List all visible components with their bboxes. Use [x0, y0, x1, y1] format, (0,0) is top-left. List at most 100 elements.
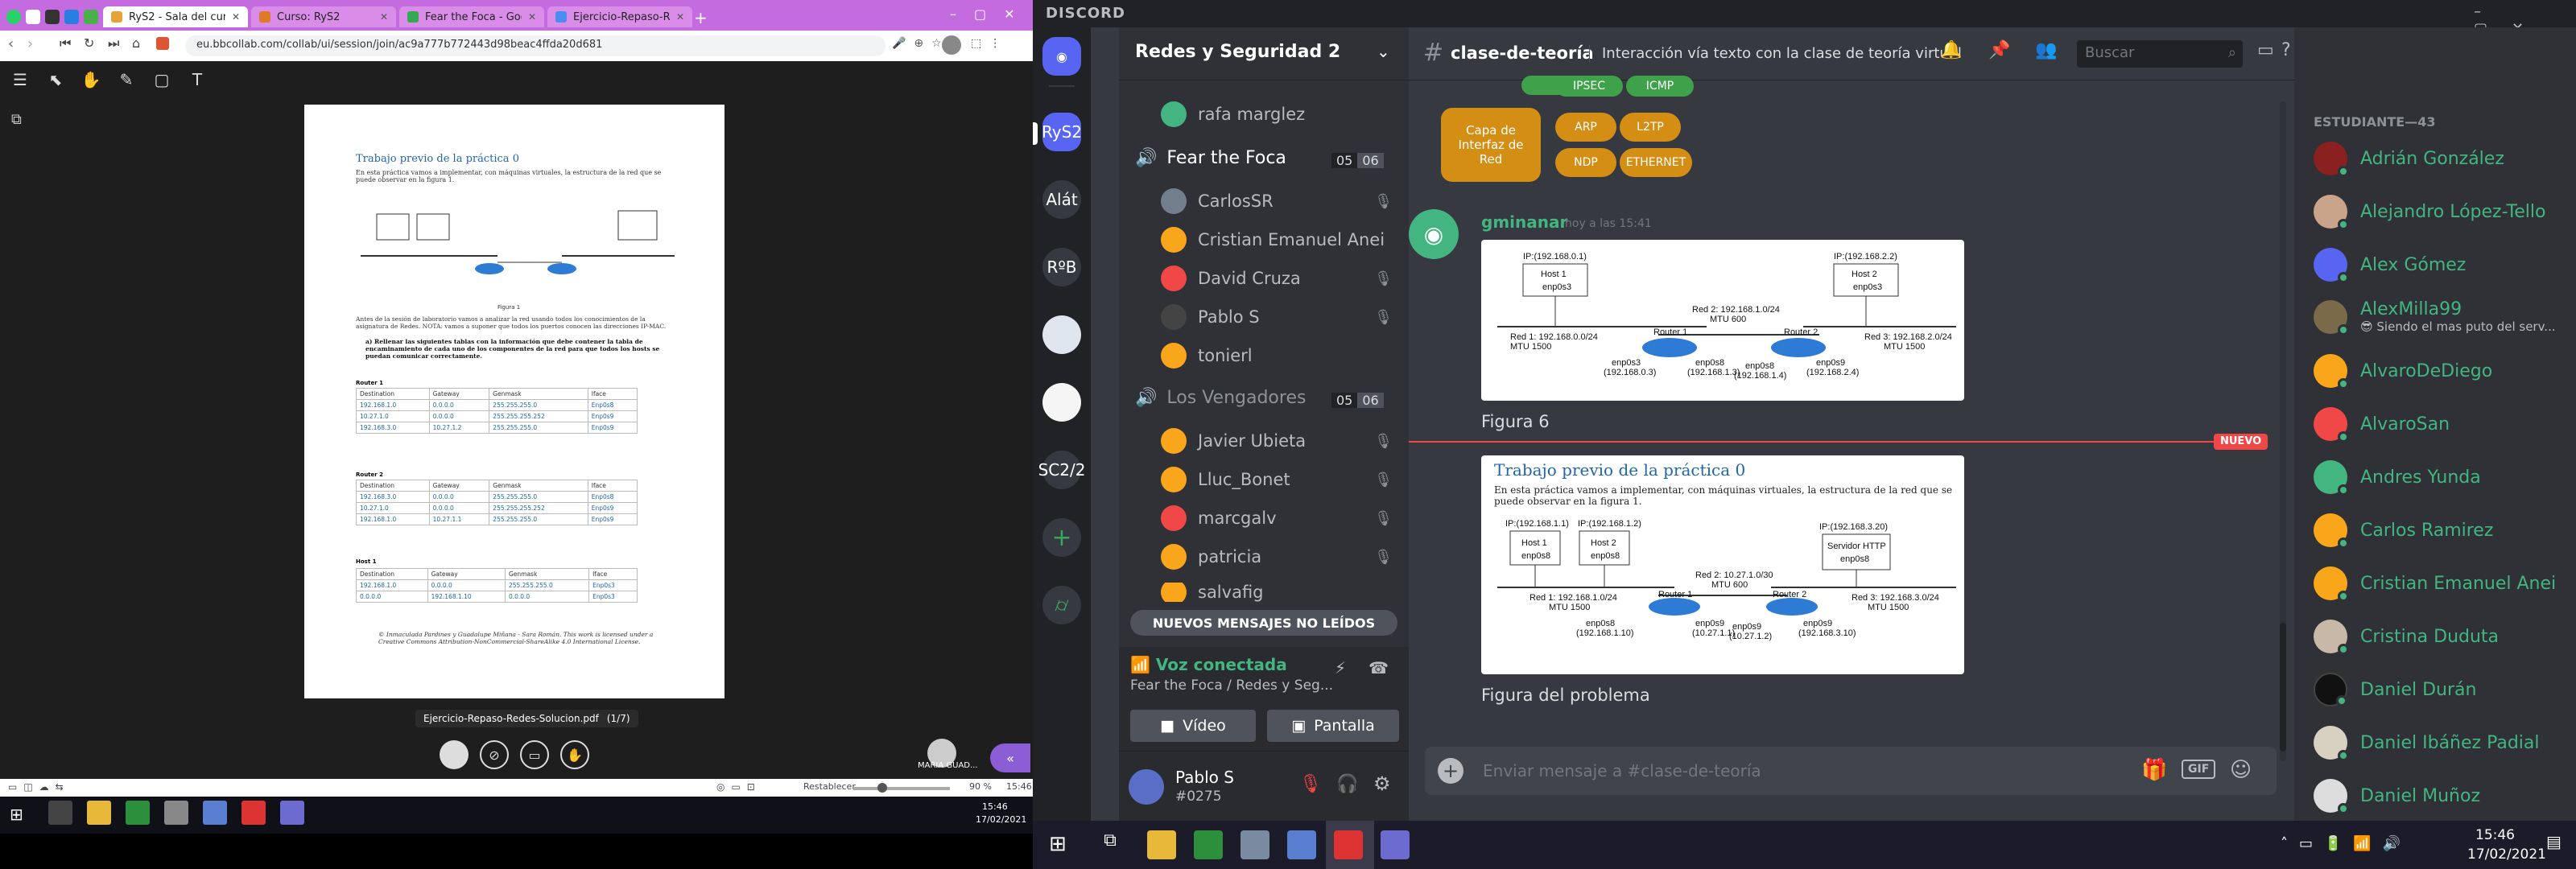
voice-user[interactable]: Lluc_Bonet	[1161, 467, 1290, 492]
status-icons[interactable]: ▭◫☁⇆	[8, 781, 70, 793]
new-tab-button[interactable]: +	[694, 8, 708, 27]
tab-curso[interactable]: Curso: RyS2 ✕	[251, 6, 396, 27]
my-avatar[interactable]	[440, 740, 469, 769]
collab-panel-toggle[interactable]: «	[990, 743, 1030, 772]
tab-pdf[interactable]: Ejercicio-Repaso-Redes - D✕	[547, 6, 692, 27]
windows-start-icon[interactable]: ⊞	[1049, 832, 1067, 856]
captions-icon[interactable]: ⧉	[11, 111, 22, 128]
member[interactable]: Carlos Ramirez	[2314, 513, 2493, 549]
reload-icon[interactable]: ↻	[84, 35, 94, 51]
noise-icon[interactable]: ⚡	[1335, 658, 1346, 677]
app-icon[interactable]	[45, 10, 60, 24]
raise-hand-icon[interactable]: ✋	[560, 740, 589, 769]
close-icon[interactable]: ✕	[232, 11, 240, 23]
server-robot[interactable]	[1042, 315, 1081, 354]
member[interactable]: Alex Gómez	[2314, 248, 2466, 283]
member[interactable]: AlvaroSan	[2314, 407, 2450, 443]
pan-tool-icon[interactable]: ✋	[79, 68, 103, 92]
figure6-image[interactable]: IP:(192.168.0.1) Host 1 enp0s3 IP:(192.1…	[1481, 240, 1964, 401]
voice-channel-fear-the-foca[interactable]: 🔊 Fear the Foca	[1135, 148, 1286, 168]
address-actions[interactable]: 🎤⊕☆	[892, 37, 950, 50]
extensions[interactable]: ⬚⋮	[971, 37, 1009, 50]
voice-user[interactable]: rafa marglez	[1161, 101, 1305, 127]
close-icon[interactable]: ✕	[380, 11, 388, 23]
windows-start-icon[interactable]: ⊞	[10, 805, 23, 824]
member[interactable]: Andres Yunda	[2314, 460, 2481, 496]
headphones-icon[interactable]: 🎧	[1336, 774, 1358, 794]
voice-user[interactable]: salvafig	[1161, 583, 1264, 602]
window-controls[interactable]: –▢✕	[950, 6, 1033, 22]
voice-user[interactable]: David Cruza	[1161, 266, 1301, 291]
voice-user[interactable]: Cristian Emanuel Anei	[1161, 227, 1385, 253]
system-tray-icons[interactable]: ˄▭🔋📶🔊	[2281, 835, 2412, 852]
attach-plus-icon[interactable]: +	[1438, 758, 1463, 784]
bell-icon[interactable]: 🔔	[1940, 40, 1962, 60]
camera-off-icon[interactable]: ▭	[520, 740, 549, 769]
gif-button[interactable]: GIF	[2182, 760, 2216, 779]
member[interactable]: AlvaroDeDiego	[2314, 354, 2492, 389]
add-server-icon[interactable]: +	[1042, 518, 1081, 557]
voice-user[interactable]: tonierl	[1161, 343, 1253, 369]
app-icon[interactable]	[164, 801, 188, 825]
zoom-slider[interactable]	[853, 787, 950, 790]
discord-home-icon[interactable]: ◉	[1042, 37, 1081, 76]
vivaldi-icon[interactable]	[242, 801, 266, 825]
shape-tool-icon[interactable]: ▢	[150, 68, 174, 92]
app-icon[interactable]	[1241, 830, 1269, 859]
close-icon[interactable]: ✕	[676, 11, 684, 23]
server-alat[interactable]: Alát	[1042, 180, 1081, 219]
screen-share-button[interactable]: ▣ Pantalla	[1267, 710, 1399, 742]
member[interactable]: AlexMilla99 😎 Siendo el mas puto del serv…	[2314, 299, 2556, 336]
back-icon[interactable]: ‹	[8, 35, 14, 52]
mic-muted-icon[interactable]: 🎙	[1299, 774, 1322, 794]
profile-avatar[interactable]	[942, 35, 961, 55]
close-icon[interactable]: ✕	[528, 11, 536, 23]
help-icon[interactable]: ?	[2281, 40, 2291, 60]
voice-user[interactable]: Javier Ubieta	[1161, 428, 1306, 454]
last-icon[interactable]: ⏭	[108, 35, 119, 51]
member[interactable]: Daniel Muñoz	[2314, 779, 2480, 814]
member[interactable]: Daniel Durán	[2314, 673, 2476, 706]
server-header[interactable]: Redes y Seguridad 2 ⌄	[1119, 27, 1409, 80]
zoom-slider-thumb[interactable]	[877, 783, 887, 793]
app-icon[interactable]	[203, 801, 227, 825]
text-tool-icon[interactable]: T	[185, 68, 209, 92]
message-author[interactable]: gminanar	[1481, 212, 1567, 232]
server-rys2[interactable]: RyS2	[1042, 113, 1082, 151]
discord-taskbar-icon[interactable]	[1381, 830, 1410, 859]
voice-location[interactable]: Fear the Foca / Redes y Seg...	[1130, 677, 1333, 694]
voice-user[interactable]: CarlosSR	[1161, 188, 1274, 214]
video-button[interactable]: ■ Vídeo	[1130, 710, 1256, 742]
voice-user[interactable]: patricia	[1161, 544, 1261, 570]
member[interactable]: Daniel Ibáñez Padial	[2314, 726, 2540, 761]
problem-figure-image[interactable]: Trabajo previo de la práctica 0 En esta …	[1481, 455, 1964, 674]
my-avatar[interactable]	[1129, 769, 1164, 805]
tab-collab[interactable]: RyS2 - Sala del curso - Bb✕	[103, 6, 248, 27]
author-avatar[interactable]: ◉	[1409, 209, 1459, 259]
pin-icon[interactable]: 📌	[1988, 40, 2010, 60]
whatsapp-icon[interactable]	[6, 10, 21, 24]
file-explorer-icon[interactable]	[1147, 830, 1176, 859]
new-messages-banner[interactable]: NUEVOS MENSAJES NO LEÍDOS	[1130, 610, 1397, 636]
task-view-icon[interactable]: ⧉	[1096, 830, 1125, 859]
discord-taskbar-icon[interactable]	[280, 801, 304, 825]
server-sc22[interactable]: SC2/2	[1038, 451, 1085, 489]
mic-off-icon[interactable]: ⊘	[480, 740, 509, 769]
pencil-tool-icon[interactable]: ✎	[114, 68, 138, 92]
address-bar[interactable]: eu.bbcollab.com/collab/ui/session/join/a…	[185, 35, 886, 56]
forward-icon[interactable]: ›	[27, 35, 33, 52]
app-icon[interactable]	[1287, 830, 1316, 859]
first-icon[interactable]: ⏮	[60, 35, 71, 51]
app-icon[interactable]	[84, 10, 98, 24]
server-penguin[interactable]	[1042, 383, 1081, 422]
menu-icon[interactable]: ☰	[8, 68, 32, 92]
tab-drive[interactable]: Fear the Foca - Google Dr✕	[399, 6, 544, 27]
explore-icon[interactable]: ⌭	[1042, 586, 1081, 624]
vivaldi-shield-icon[interactable]	[156, 37, 169, 50]
chat-scrollbar-thumb[interactable]	[2280, 623, 2286, 752]
home-icon[interactable]: ⌂	[132, 35, 140, 51]
status-tools[interactable]: ◎▭⊡	[716, 781, 762, 793]
search-input[interactable]: Buscar ⌕	[2077, 40, 2243, 68]
file-explorer-icon[interactable]	[87, 801, 111, 825]
member[interactable]: Cristina Duduta	[2314, 620, 2499, 655]
